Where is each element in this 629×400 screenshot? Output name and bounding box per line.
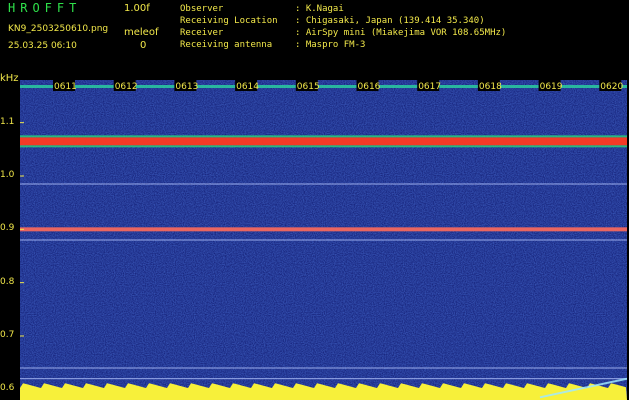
time-label: 0612 — [115, 82, 138, 92]
y-tick: 0.7 — [0, 330, 15, 340]
y-tick: 0.6 — [0, 383, 15, 394]
frequency-axis: 1.1 1.0 0.9 0.8 0.7 0.6 — [0, 80, 20, 400]
floor-fill — [20, 383, 627, 400]
band-strong — [20, 137, 627, 146]
time-label: 0616 — [358, 82, 381, 92]
time-bar — [20, 85, 627, 88]
meleo-label: meleof — [124, 27, 159, 38]
time-label: 0611 — [54, 82, 77, 92]
band-edge — [20, 135, 627, 138]
file-name: KN9_2503250610.png — [8, 24, 109, 34]
time-label: 0617 — [418, 82, 441, 92]
meteor-count: 0 — [140, 40, 147, 51]
observer-key: Observer — [180, 4, 224, 14]
time-label: 0618 — [479, 82, 502, 92]
date-time: 25.03.25 06:10 — [8, 41, 77, 51]
band-thin — [20, 367, 627, 369]
time-label: 0620 — [600, 82, 623, 92]
y-tick: 1.0 — [0, 170, 15, 180]
time-label: 0619 — [540, 82, 563, 92]
time-label: 0614 — [236, 82, 259, 92]
spectrogram-plot: 0611 0612 0613 0614 0615 0616 0617 0618 0619 0620 — [20, 80, 627, 400]
location-key: Receiving Location — [180, 16, 278, 26]
antenna-value: : Maspro FM-3 — [295, 40, 366, 50]
hrofft-logo: HROFFT — [8, 1, 82, 15]
receiver-value: : AirSpy mini (Miakejima VOR 108.65MHz) — [295, 28, 507, 38]
band-thin — [20, 239, 627, 241]
y-tick: 0.9 — [0, 223, 15, 234]
time-label: 0613 — [175, 82, 198, 92]
band-thin — [20, 183, 627, 185]
version-label: 1.00f — [124, 3, 150, 14]
band-medium — [20, 227, 627, 232]
y-tick: 1.1 — [0, 116, 15, 127]
time-label: 0615 — [297, 82, 320, 92]
antenna-key: Receiving antenna — [180, 40, 273, 50]
y-tick: 0.8 — [0, 276, 15, 287]
receiver-key: Receiver — [180, 28, 224, 38]
band-thin — [20, 378, 627, 380]
band-edge — [20, 145, 627, 148]
location-value: : Chigasaki, Japan (139.414 35.340) — [295, 16, 485, 26]
observer-value: : K.Nagai — [295, 4, 344, 14]
